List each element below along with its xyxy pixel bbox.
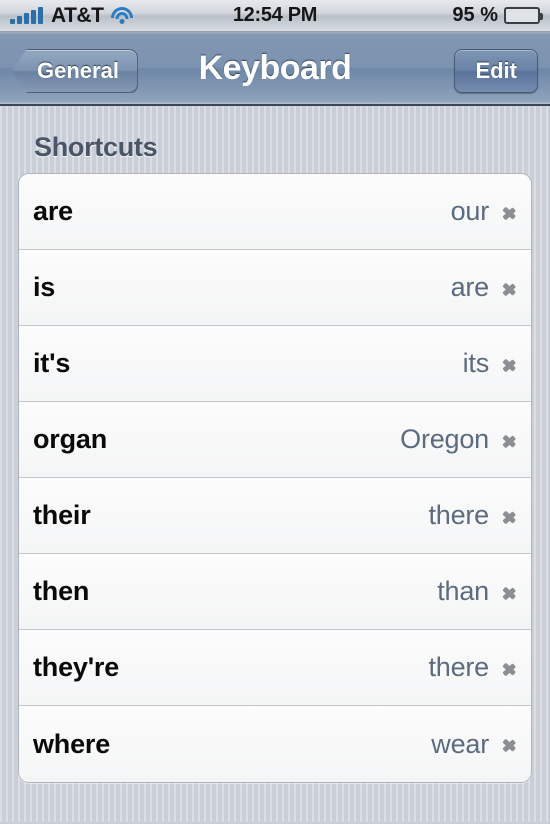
shortcut-row[interactable]: organ Oregon [19, 402, 531, 478]
status-bar: AT&T 12:54 PM 95 % [0, 0, 550, 32]
edit-button[interactable]: Edit [454, 49, 538, 93]
section-header-shortcuts: Shortcuts [34, 132, 158, 162]
back-button-label: General [37, 58, 119, 83]
shortcut-phrase: wear [431, 728, 489, 759]
edit-button-label: Edit [475, 58, 517, 83]
chevron-right-icon [503, 656, 517, 680]
back-button-general[interactable]: General [11, 49, 138, 93]
chevron-right-icon [503, 732, 517, 756]
shortcut-label: organ [33, 424, 108, 454]
chevron-right-icon [503, 200, 517, 224]
shortcut-phrase: there [428, 652, 489, 682]
battery-percent-label: 95 % [452, 4, 498, 26]
navigation-bar: General Keyboard Edit [0, 32, 550, 106]
shortcut-label: it's [33, 348, 71, 378]
shortcut-phrase: than [437, 576, 489, 606]
shortcuts-list: are our is are it's its organ Oregon their there t… [18, 173, 532, 783]
shortcut-label: where [33, 728, 111, 759]
battery-icon [504, 7, 543, 24]
settings-content: Shortcuts are our is are it's its organ Oregon t… [0, 106, 550, 822]
shortcut-phrase: our [450, 196, 490, 226]
shortcut-phrase: Oregon [400, 424, 489, 454]
shortcut-label: then [33, 576, 90, 606]
shortcut-phrase: are [450, 272, 490, 302]
shortcut-label: are [33, 196, 73, 226]
chevron-right-icon [503, 276, 517, 300]
shortcut-row[interactable]: then than [19, 554, 531, 630]
shortcut-row[interactable]: they're there [19, 630, 531, 706]
shortcut-row[interactable]: their there [19, 478, 531, 554]
shortcut-row[interactable]: is are [19, 250, 531, 326]
chevron-right-icon [503, 428, 517, 452]
shortcut-label: is [33, 272, 56, 302]
status-bar-right: 95 % [452, 4, 543, 27]
page-title: Keyboard [198, 48, 352, 87]
chevron-right-icon [503, 352, 517, 376]
shortcut-row[interactable]: it's its [19, 326, 531, 402]
chevron-right-icon [503, 580, 517, 604]
shortcut-row[interactable]: are our [19, 174, 531, 250]
shortcut-label: they're [33, 652, 120, 682]
shortcut-phrase: there [428, 500, 489, 530]
shortcut-phrase: its [462, 348, 490, 378]
shortcut-label: their [33, 500, 91, 530]
shortcut-row[interactable]: where wear [19, 706, 531, 782]
chevron-right-icon [503, 504, 517, 528]
phone-screen: AT&T 12:54 PM 95 % General Keyboard Edit… [0, 0, 550, 824]
